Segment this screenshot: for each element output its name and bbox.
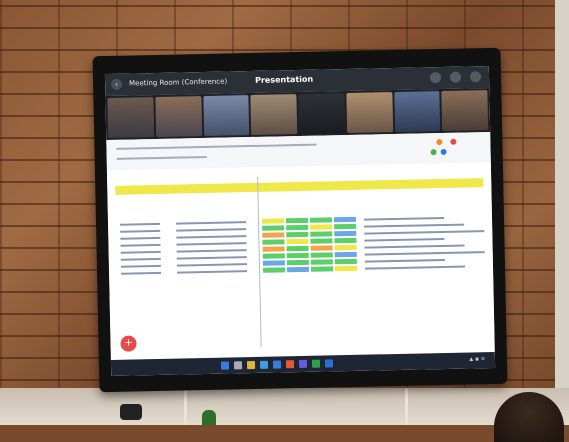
teams-icon[interactable] — [298, 359, 308, 369]
status-cell[interactable] — [310, 266, 334, 272]
toolbar-button[interactable] — [450, 138, 457, 145]
system-tray[interactable]: ▲ ◉ ≡ — [469, 356, 485, 362]
taskbar: ▲ ◉ ≡ — [110, 351, 496, 376]
status-cell[interactable] — [334, 230, 357, 237]
cell-text — [121, 271, 162, 275]
status-cell[interactable] — [334, 237, 357, 244]
status-cell[interactable] — [309, 217, 333, 223]
status-cell[interactable] — [334, 251, 357, 258]
power-plug — [120, 404, 142, 420]
status-cell[interactable] — [333, 216, 357, 223]
camera-icon[interactable] — [449, 71, 462, 83]
status-cell[interactable] — [286, 245, 309, 252]
status-cell[interactable] — [262, 232, 285, 238]
cell-text — [177, 270, 248, 274]
meeting-title: Meeting Room (Conference) — [129, 77, 228, 88]
wall-panel — [555, 0, 569, 425]
excel-icon[interactable] — [311, 359, 321, 368]
toolbar-button[interactable] — [436, 139, 443, 146]
floor-area — [0, 388, 569, 425]
cell-text — [176, 228, 247, 232]
cell-text — [176, 242, 247, 246]
status-cell[interactable] — [310, 259, 333, 265]
stand-pole — [184, 388, 187, 425]
cell-text — [365, 265, 466, 270]
search-icon[interactable] — [233, 361, 243, 370]
cell-text — [176, 235, 247, 239]
cell-text — [364, 244, 465, 249]
status-cell[interactable] — [334, 244, 357, 251]
mail-icon[interactable] — [272, 360, 282, 369]
status-cell[interactable] — [286, 259, 309, 266]
status-cell[interactable] — [286, 252, 309, 259]
files-icon[interactable] — [246, 360, 256, 370]
status-cell[interactable] — [334, 265, 358, 272]
status-cell[interactable] — [286, 224, 309, 231]
cell-text — [364, 237, 445, 242]
status-cell[interactable] — [262, 239, 285, 245]
status-cell[interactable] — [262, 260, 285, 266]
stand-pole — [405, 388, 408, 425]
status-cell[interactable] — [285, 217, 309, 224]
status-cell[interactable] — [262, 267, 286, 273]
participant-tile[interactable] — [441, 90, 489, 131]
status-cell[interactable] — [310, 238, 333, 244]
participant-tile[interactable] — [393, 91, 441, 132]
cell-text — [364, 251, 485, 256]
participant-tile[interactable] — [346, 92, 393, 133]
status-cell[interactable] — [334, 223, 357, 230]
participant-tile[interactable] — [155, 96, 202, 137]
toolbar-button[interactable] — [430, 149, 437, 156]
status-cell[interactable] — [310, 224, 333, 230]
status-cell[interactable] — [310, 252, 333, 258]
toolbar-button[interactable] — [440, 148, 447, 156]
header-row — [115, 178, 484, 195]
participant-tile[interactable] — [250, 94, 298, 135]
status-cell[interactable] — [286, 231, 309, 238]
participant-tile[interactable] — [202, 95, 250, 136]
mic-icon[interactable] — [429, 72, 442, 84]
participant-tile[interactable] — [107, 97, 154, 138]
status-cell[interactable] — [286, 238, 309, 245]
cell-text — [120, 264, 161, 268]
cell-text — [363, 216, 445, 221]
plant — [202, 410, 216, 425]
cell-text — [364, 223, 465, 228]
browser-icon[interactable] — [259, 360, 269, 369]
status-cell[interactable] — [334, 258, 357, 265]
cell-text — [176, 256, 247, 260]
status-cell[interactable] — [286, 266, 310, 273]
cell-text — [120, 236, 161, 240]
presentation-label[interactable]: Presentation — [255, 75, 313, 85]
tv-screen: ‹ Meeting Room (Conference) Presentation — [104, 66, 496, 376]
meeting-controls — [429, 71, 482, 84]
toolbar-text — [116, 155, 207, 160]
more-icon[interactable] — [469, 71, 482, 83]
cell-text — [176, 221, 247, 225]
status-cell[interactable] — [262, 225, 285, 231]
cell-text — [120, 229, 161, 233]
status-cell[interactable] — [262, 253, 285, 259]
status-cell[interactable] — [310, 231, 333, 237]
chrome-icon[interactable] — [285, 360, 295, 369]
spreadsheet-grid[interactable] — [106, 161, 495, 350]
tv-monitor: ‹ Meeting Room (Conference) Presentation — [92, 47, 508, 393]
cell-text — [120, 250, 161, 254]
start-icon[interactable] — [220, 361, 230, 370]
cell-text — [120, 243, 161, 247]
cell-text — [176, 263, 247, 267]
cell-text — [364, 230, 485, 235]
cell-text — [120, 222, 161, 226]
word-icon[interactable] — [324, 359, 334, 368]
cell-text — [364, 258, 445, 263]
cell-text — [176, 249, 247, 253]
status-cell[interactable] — [261, 218, 285, 224]
cell-text — [120, 257, 161, 261]
status-cell[interactable] — [310, 245, 333, 251]
toolbar-text — [116, 143, 317, 150]
arrow-left-icon[interactable]: ‹ — [111, 78, 123, 90]
status-cell[interactable] — [262, 246, 285, 252]
participant-tile[interactable] — [298, 93, 345, 134]
